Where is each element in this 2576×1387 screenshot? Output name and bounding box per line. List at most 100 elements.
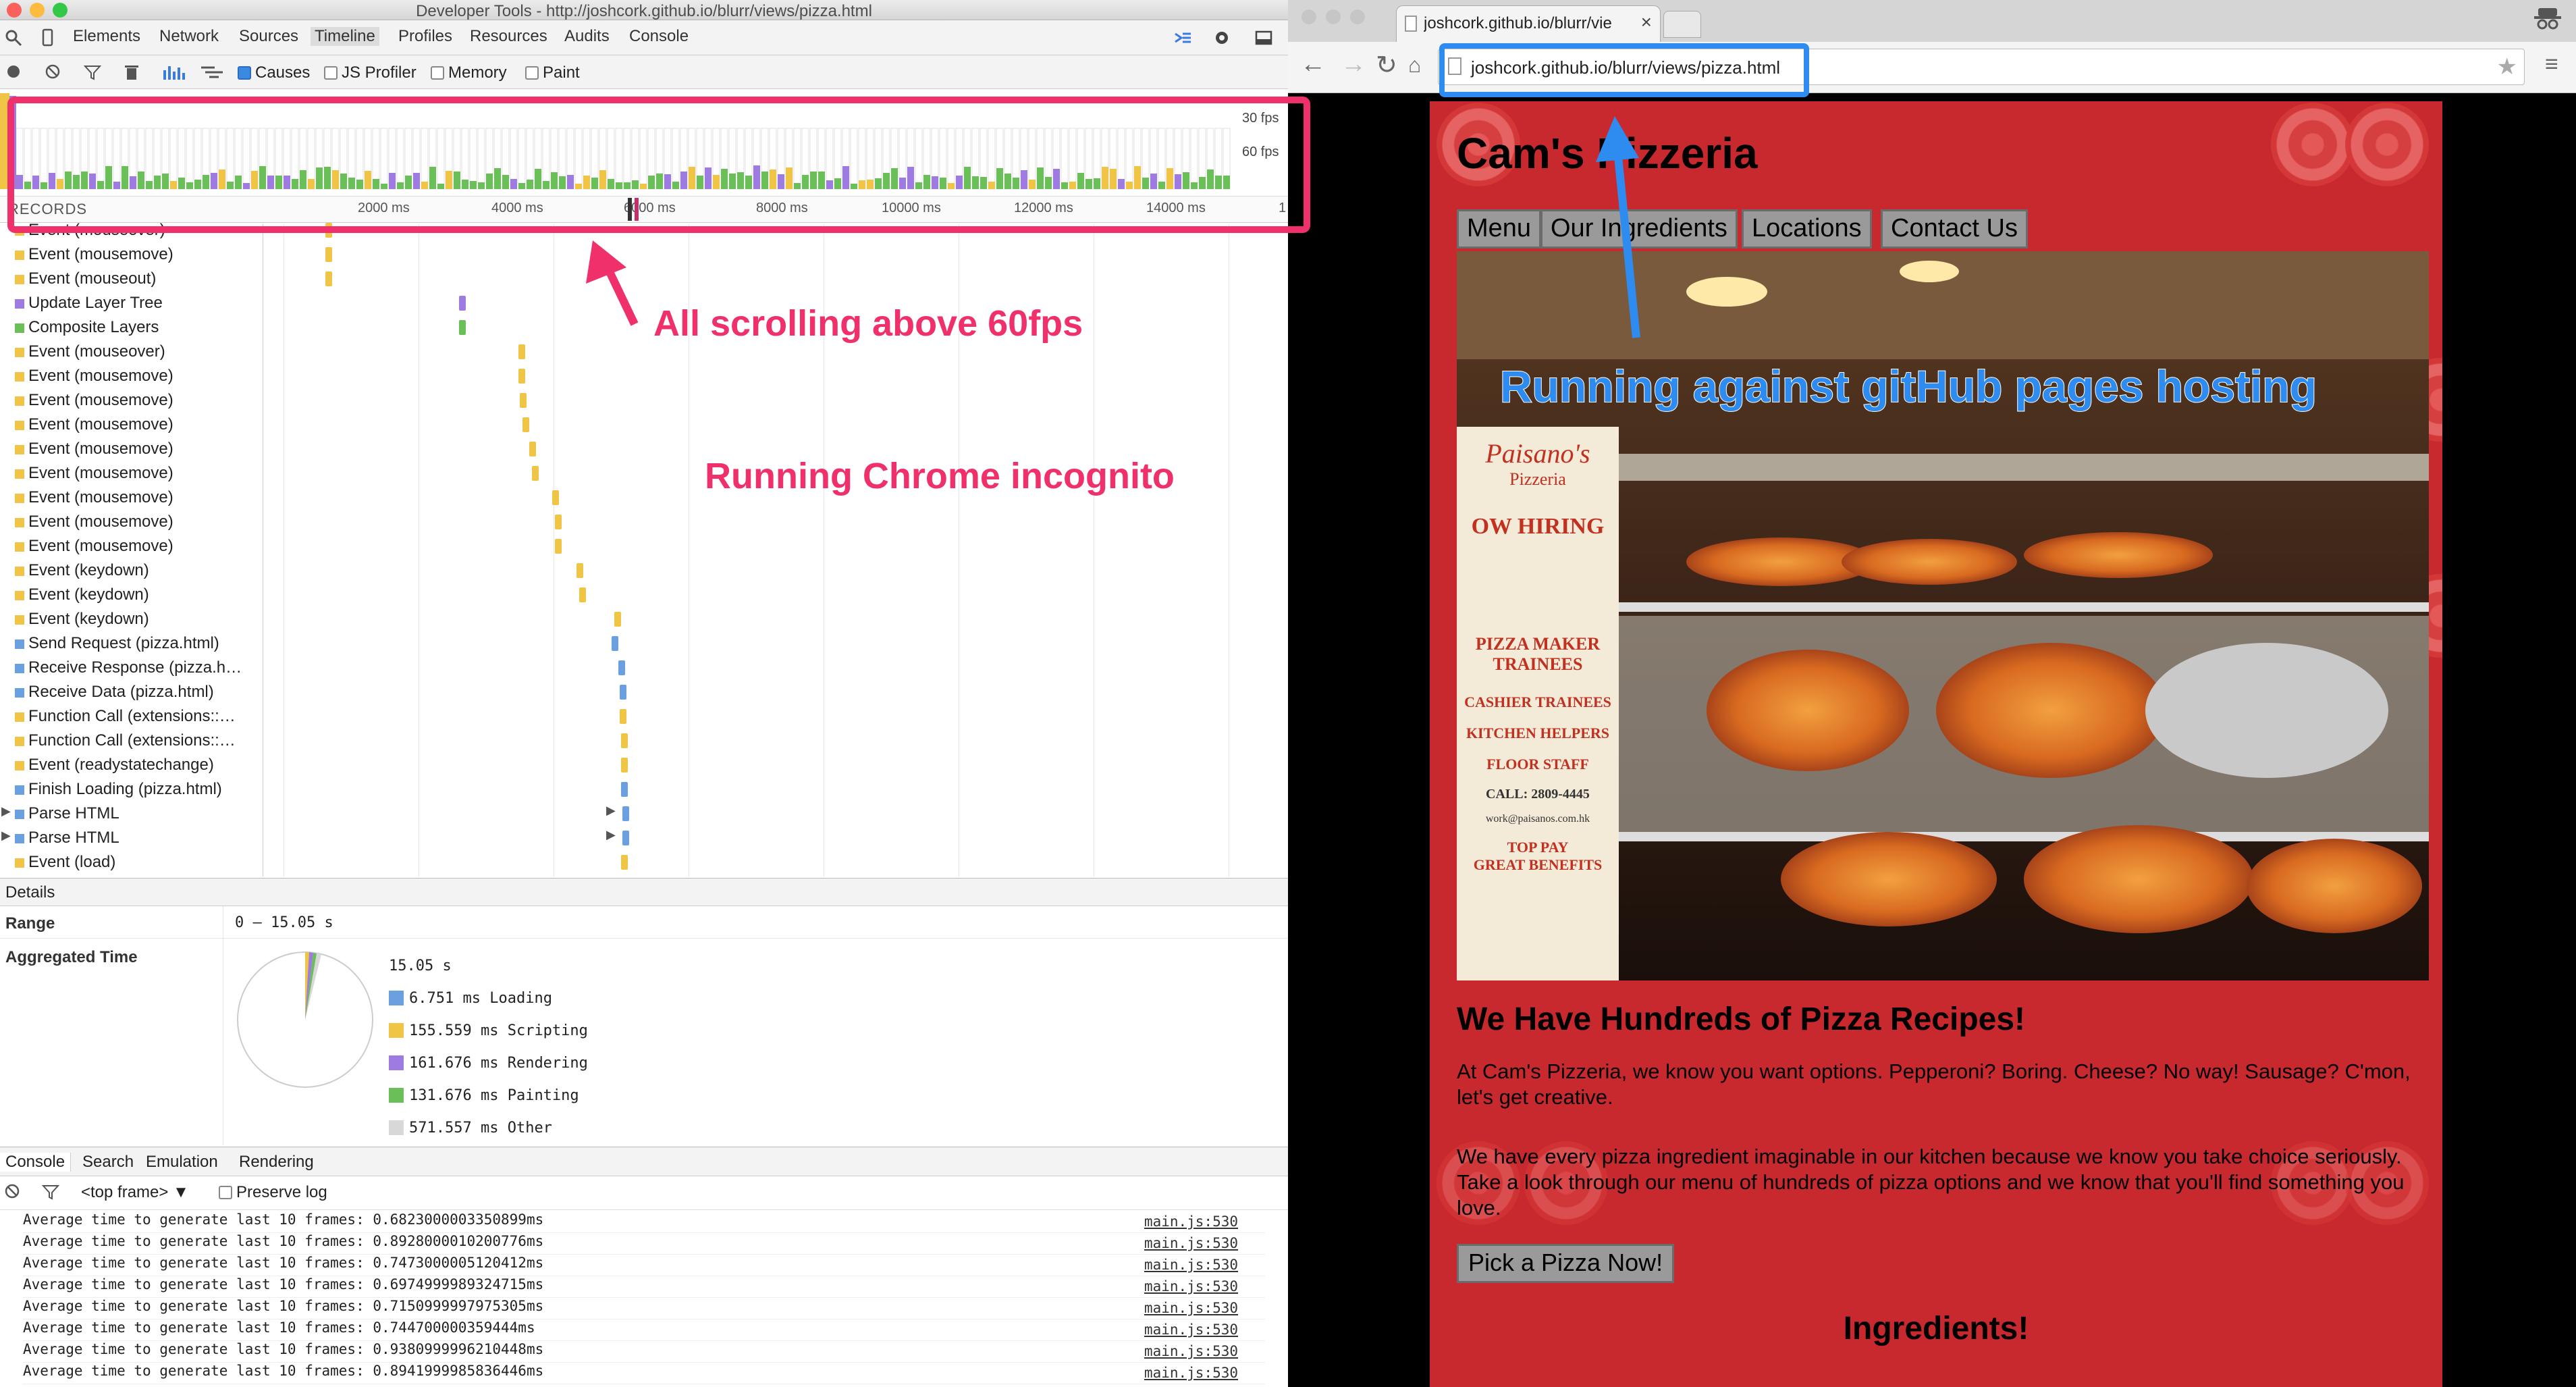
console-source-link[interactable]: main.js:530 (1144, 1343, 1238, 1359)
menu-icon[interactable]: ≡ (2545, 51, 2558, 78)
flame-event-bar[interactable] (325, 223, 332, 238)
record-row[interactable]: Event (mousemove) (0, 438, 263, 462)
flame-event-bar[interactable] (612, 636, 618, 651)
waterfall-icon[interactable] (200, 63, 223, 82)
console-source-link[interactable]: main.js:530 (1144, 1300, 1238, 1316)
flame-event-bar[interactable] (520, 393, 527, 408)
back-icon[interactable]: ← (1300, 50, 1326, 79)
flame-event-bar[interactable] (522, 417, 529, 432)
console-source-link[interactable]: main.js:530 (1144, 1235, 1238, 1251)
flame-event-bar[interactable] (325, 271, 332, 286)
record-row[interactable]: ▶ Parse HTML (0, 827, 263, 851)
console-source-link[interactable]: main.js:530 (1144, 1278, 1238, 1294)
flame-event-bar[interactable] (555, 515, 562, 529)
tab-profiles[interactable]: Profiles (398, 27, 452, 46)
pick-pizza-button[interactable]: Pick a Pizza Now! (1457, 1244, 1675, 1283)
expand-triangle-icon[interactable]: ▶ (1, 804, 11, 818)
tab-network[interactable]: Network (159, 27, 219, 46)
flame-event-bar[interactable] (621, 758, 628, 773)
zoom-window-button[interactable] (1350, 9, 1365, 24)
record-row[interactable]: Event (mousemove) (0, 365, 263, 389)
record-row[interactable]: Composite Layers (0, 316, 263, 340)
causes-checkbox[interactable]: Causes (238, 63, 310, 82)
clear-icon[interactable] (45, 63, 63, 82)
forward-icon[interactable]: → (1341, 50, 1366, 79)
flame-event-bar[interactable] (555, 539, 562, 554)
record-row[interactable]: Event (mouseover) (0, 219, 263, 243)
preserve-log-checkbox[interactable]: Preserve log (219, 1183, 327, 1202)
js-profiler-checkbox[interactable]: JS Profiler (324, 63, 417, 82)
details-tab[interactable]: Details (5, 883, 55, 902)
flame-event-bar[interactable] (621, 855, 628, 870)
flame-event-bar[interactable] (579, 587, 586, 602)
bookmark-star-icon[interactable]: ★ (2497, 53, 2517, 80)
record-row[interactable]: Event (keydown) (0, 559, 263, 583)
console-drawer-icon[interactable] (1173, 28, 1192, 47)
record-row[interactable]: Event (mousemove) (0, 486, 263, 511)
tab-sources[interactable]: Sources (239, 27, 298, 46)
flame-event-bar[interactable] (614, 612, 621, 627)
search-icon[interactable] (4, 28, 23, 47)
record-row[interactable]: Event (mousemove) (0, 462, 263, 486)
bar-chart-icon[interactable] (162, 63, 185, 82)
flame-event-bar[interactable] (459, 296, 466, 311)
expand-triangle-icon[interactable]: ▶ (606, 828, 616, 842)
drawer-tab-rendering[interactable]: Rendering (239, 1153, 314, 1172)
nav-locations-button[interactable]: Locations (1742, 209, 1872, 248)
nav-contact-button[interactable]: Contact Us (1881, 209, 2028, 248)
console-source-link[interactable]: main.js:530 (1144, 1321, 1238, 1338)
filter-icon[interactable] (41, 1183, 61, 1202)
record-row[interactable]: Event (mousemove) (0, 413, 263, 438)
record-row[interactable]: Event (readystatechange) (0, 754, 263, 778)
record-row[interactable]: Event (mouseover) (0, 340, 263, 365)
memory-checkbox[interactable]: Memory (431, 63, 507, 82)
drawer-tab-search[interactable]: Search (82, 1153, 134, 1172)
record-row[interactable]: Event (keydown) (0, 583, 263, 608)
paint-checkbox[interactable]: Paint (525, 63, 580, 82)
flame-event-bar[interactable] (518, 344, 525, 359)
timeline-cursor-end[interactable] (635, 198, 639, 221)
record-row[interactable]: Event (mouseout) (0, 267, 263, 292)
record-row[interactable]: Event (keydown) (0, 608, 263, 632)
frame-selector[interactable]: <top frame> ▼ (81, 1183, 189, 1202)
flame-event-bar[interactable] (618, 660, 625, 675)
new-tab-button[interactable] (1663, 11, 1701, 38)
close-tab-icon[interactable]: × (1641, 11, 1652, 33)
close-window-button[interactable] (1302, 9, 1316, 24)
flame-event-bar[interactable] (529, 442, 536, 456)
flame-event-bar[interactable] (325, 247, 332, 262)
timeline-cursor[interactable] (628, 198, 632, 221)
record-row[interactable]: Event (mousemove) (0, 389, 263, 413)
browser-tab-active[interactable]: joshcork.github.io/blurr/vie × (1396, 5, 1661, 42)
flame-event-bar[interactable] (620, 709, 626, 724)
record-row[interactable]: Function Call (extensions::… (0, 729, 263, 754)
reload-icon[interactable]: ↻ (1376, 50, 1397, 80)
tab-console[interactable]: Console (629, 27, 689, 46)
record-row[interactable]: Send Request (pizza.html) (0, 632, 263, 656)
minimize-window-button[interactable] (1326, 9, 1341, 24)
drawer-tab-console[interactable]: Console (0, 1153, 72, 1172)
device-mode-icon[interactable] (38, 28, 57, 47)
record-row[interactable]: Function Call (extensions::… (0, 705, 263, 729)
record-row[interactable]: Event (load) (0, 851, 263, 875)
record-row[interactable]: Update Layer Tree (0, 292, 263, 316)
tab-resources[interactable]: Resources (470, 27, 547, 46)
flame-event-bar[interactable] (620, 685, 626, 700)
drawer-tab-emulation[interactable]: Emulation (146, 1153, 218, 1172)
home-icon[interactable]: ⌂ (1408, 53, 1421, 78)
record-row[interactable]: Event (mousemove) (0, 535, 263, 559)
record-row[interactable]: ▶ Parse HTML (0, 802, 263, 827)
nav-menu-button[interactable]: Menu (1457, 209, 1542, 248)
flame-event-bar[interactable] (621, 782, 628, 797)
console-source-link[interactable]: main.js:530 (1144, 1365, 1238, 1381)
expand-triangle-icon[interactable]: ▶ (1, 829, 11, 843)
dock-side-icon[interactable] (1254, 28, 1273, 47)
flame-event-bar[interactable] (518, 369, 525, 384)
tab-audits[interactable]: Audits (564, 27, 610, 46)
record-row[interactable]: Event (mousemove) (0, 243, 263, 267)
clear-console-icon[interactable] (4, 1183, 23, 1202)
gear-icon[interactable] (1212, 28, 1231, 47)
flame-event-bar[interactable] (622, 806, 629, 821)
record-row[interactable]: Event (mousemove) (0, 511, 263, 535)
nav-ingredients-button[interactable]: Our Ingredients (1540, 209, 1738, 248)
